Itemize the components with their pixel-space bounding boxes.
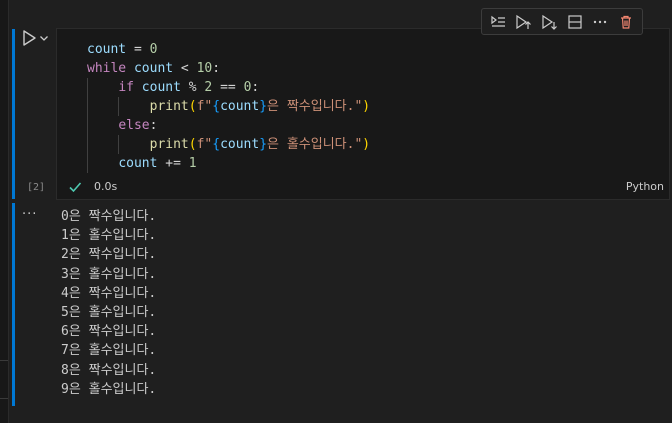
code-line-4: print(f"{count}은 짝수입니다."): [87, 97, 370, 116]
output-line: 5은 홀수입니다.: [61, 304, 157, 320]
output-line: 8은 짝수입니다.: [61, 362, 157, 378]
cell-focus-indicator: [12, 29, 15, 199]
code-line-3: if count % 2 == 0:: [87, 78, 370, 97]
output-line: 4은 짝수입니다.: [61, 285, 157, 301]
code-line-1: count = 0: [87, 42, 158, 57]
code-line-2: while count < 10:: [87, 61, 221, 76]
output-line: 6은 짝수입니다.: [61, 324, 157, 340]
output-line: 7은 홀수입니다.: [61, 343, 157, 359]
execute-above-icon[interactable]: [515, 14, 532, 30]
execute-below-icon[interactable]: [541, 14, 558, 30]
output-more-icon[interactable]: ···: [22, 207, 37, 222]
code-block[interactable]: count = 0 while count < 10: if count % 2 …: [87, 40, 370, 173]
more-actions-icon[interactable]: [592, 14, 608, 30]
language-picker[interactable]: Python: [626, 180, 664, 193]
output-focus-indicator: [12, 203, 15, 406]
chevron-down-icon[interactable]: [39, 33, 49, 43]
cell-output: 0은 짝수입니다. 1은 홀수입니다. 2은 짝수입니다. 3은 홀수입니다. …: [61, 207, 156, 399]
cell-toolbar: [481, 8, 643, 35]
output-line: 3은 홀수입니다.: [61, 266, 157, 282]
output-line: 9은 홀수입니다.: [61, 381, 157, 397]
activity-gutter: [0, 0, 9, 423]
split-cell-icon[interactable]: [567, 14, 583, 30]
output-line: 2은 짝수입니다.: [61, 247, 157, 263]
success-check-icon: [69, 182, 82, 193]
execution-count: [2]: [27, 182, 46, 193]
output-line: 0은 짝수입니다.: [61, 209, 157, 224]
execution-time: 0.0s: [94, 180, 118, 193]
run-cell-icon[interactable]: [22, 30, 36, 46]
code-line-6: print(f"{count}은 홀수입니다."): [87, 135, 370, 154]
delete-cell-icon[interactable]: [618, 14, 634, 30]
code-line-5: else:: [87, 116, 370, 135]
run-by-line-icon[interactable]: [490, 14, 506, 30]
output-line: 1은 홀수입니다.: [61, 228, 157, 244]
code-line-7: count += 1: [87, 154, 370, 173]
